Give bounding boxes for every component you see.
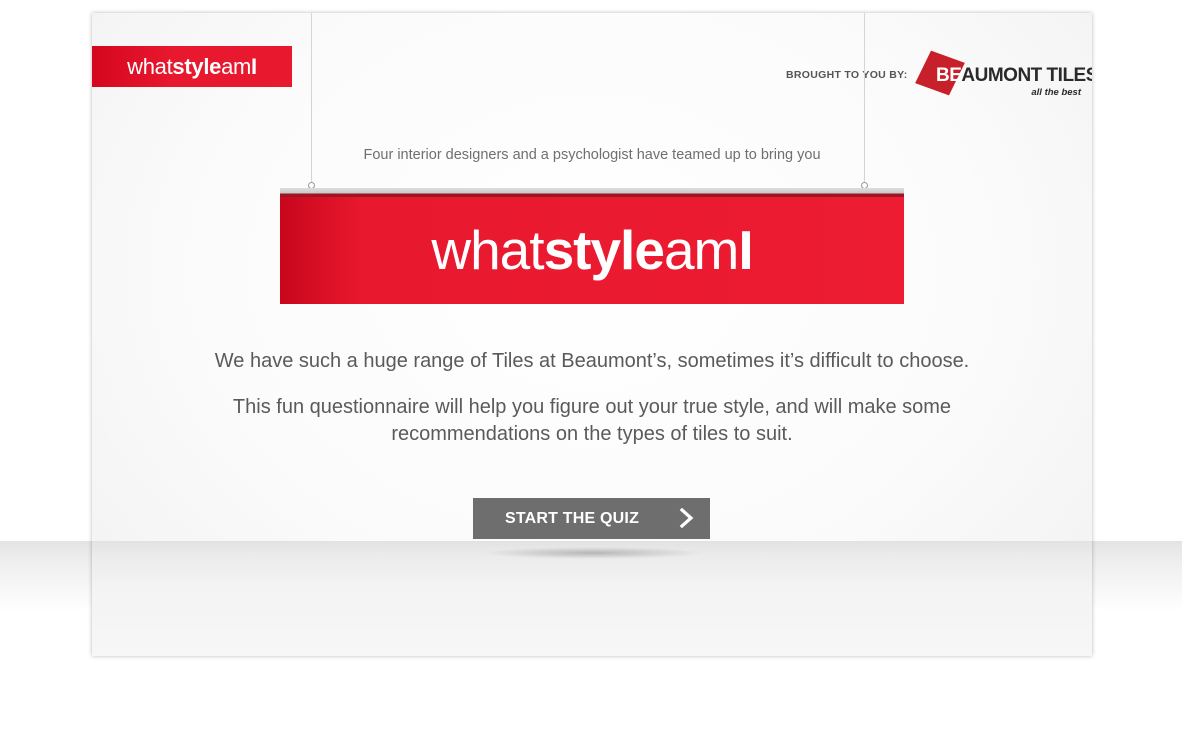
hero-title-style: style: [543, 219, 665, 281]
beaumont-tiles-logo[interactable]: BEAUMONT TILES all the best: [915, 50, 1092, 103]
logo-what: what: [127, 54, 173, 79]
beaumont-name-be: BE: [936, 65, 962, 86]
start-quiz-button[interactable]: START THE QUIZ: [473, 498, 710, 539]
hero-title-what: what: [431, 219, 544, 281]
beaumont-name-rest: AUMONT TILES: [961, 65, 1092, 86]
chevron-right-icon: [679, 508, 694, 528]
hero-title-i: I: [738, 219, 753, 281]
logo-i: I: [251, 54, 257, 79]
logo-style: style: [172, 54, 222, 79]
beaumont-name: BEAUMONT TILES: [936, 65, 1092, 87]
description-text: This fun questionnaire will help you fig…: [232, 396, 952, 445]
hero-banner-title: whatstyleamI: [280, 197, 904, 304]
lead-text: We have such a huge range of Tiles at Be…: [214, 350, 970, 372]
main-card: whatstyleamI BROUGHT TO YOU BY: BEAUMONT…: [92, 13, 1092, 656]
whatstyleami-logo[interactable]: whatstyleamI: [92, 46, 292, 87]
hero-banner-rail: [280, 188, 904, 197]
hero-tagline: Four interior designers and a psychologi…: [363, 147, 821, 163]
start-quiz-label: START THE QUIZ: [505, 510, 640, 527]
button-shadow: [482, 547, 704, 559]
beaumont-tagline: all the best: [1031, 87, 1081, 98]
logo-am: am: [221, 54, 252, 79]
hero-title-am: am: [663, 219, 739, 281]
sponsor-label: BROUGHT TO YOU BY:: [786, 69, 908, 81]
